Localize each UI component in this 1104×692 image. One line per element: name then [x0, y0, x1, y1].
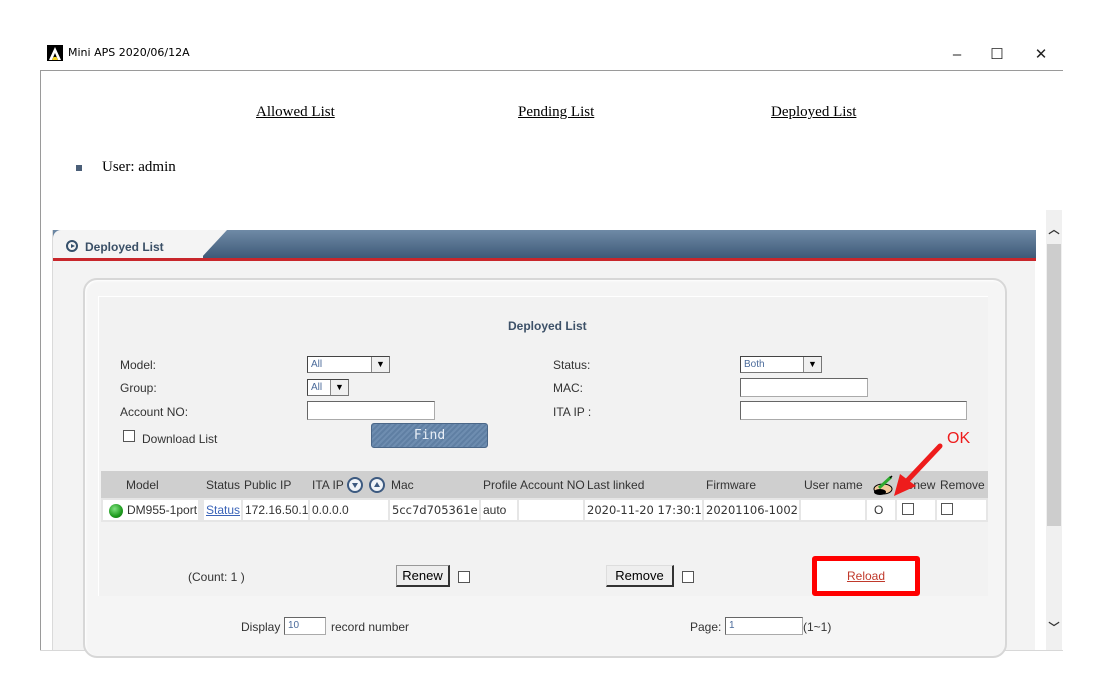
col-mac: Mac: [391, 478, 414, 492]
col-model: Model: [126, 478, 159, 492]
display-label: Display: [241, 620, 281, 634]
remove-button[interactable]: Remove: [606, 565, 674, 587]
cell-ita-ip: 0.0.0.0: [310, 500, 388, 520]
model-value: DM955-1port: [127, 503, 198, 517]
cell-user-name: [801, 500, 865, 520]
user-label: User: admin: [102, 159, 176, 175]
panel-tab-label: Deployed List: [85, 240, 164, 254]
status-select[interactable]: Both ▼: [740, 356, 822, 373]
title-bar: Mini APS 2020/06/12A – ☐ ✕: [40, 40, 1064, 70]
cell-edit[interactable]: O: [867, 500, 895, 520]
chevron-down-icon: ▼: [371, 357, 389, 372]
row-renew-checkbox[interactable]: [902, 503, 914, 515]
panel-tab-slant: [201, 230, 227, 258]
renew-all-checkbox[interactable]: [458, 571, 470, 583]
record-count: (Count: 1 ): [188, 570, 245, 584]
app-logo-icon: [47, 45, 63, 61]
ok-annotation: OK: [947, 430, 971, 447]
ita-ip-input[interactable]: [740, 401, 967, 420]
scroll-down-icon[interactable]: ﹀: [1046, 618, 1062, 636]
minimize-button[interactable]: –: [942, 42, 972, 66]
ita-ip-label: ITA IP :: [553, 405, 592, 419]
col-public-ip: Public IP: [244, 478, 292, 492]
chevron-down-icon: ▼: [330, 380, 348, 395]
record-number-label: record number: [331, 620, 410, 634]
window-title: Mini APS 2020/06/12A: [68, 46, 190, 59]
remove-all-checkbox[interactable]: [682, 571, 694, 583]
annotation-arrow-icon: [894, 443, 943, 496]
play-circle-icon: [66, 240, 78, 252]
col-profile: Profile: [483, 478, 518, 492]
display-count-input[interactable]: 10: [284, 617, 326, 635]
download-list-checkbox[interactable]: [123, 430, 135, 442]
cell-remove: [937, 500, 986, 520]
online-status-icon: [109, 504, 123, 518]
download-list-label: Download List: [142, 432, 218, 446]
renew-button[interactable]: Renew: [396, 565, 450, 587]
cell-status: Status: [204, 500, 241, 520]
account-no-label: Account NO:: [120, 405, 189, 419]
model-select-value: All: [311, 359, 323, 370]
sort-ascending-icon[interactable]: [369, 477, 385, 493]
col-account-no: Account NO: [520, 478, 585, 492]
col-ita-ip: ITA IP: [312, 478, 344, 492]
window-left-border: [40, 70, 41, 650]
col-user-name: User name: [804, 478, 863, 492]
mac-label: MAC:: [553, 381, 583, 395]
col-last-linked: Last linked: [587, 478, 645, 492]
model-select[interactable]: All ▼: [307, 356, 390, 373]
account-no-input[interactable]: [307, 401, 435, 420]
row-remove-checkbox[interactable]: [941, 503, 953, 515]
table-row: DM955-1port Status 172.16.50.1 0.0.0.0 5…: [101, 498, 988, 522]
scroll-thumb[interactable]: [1047, 244, 1061, 526]
col-firmware: Firmware: [706, 478, 756, 492]
reload-highlight: Reload: [812, 556, 920, 596]
form-title: Deployed List: [508, 319, 587, 333]
cell-account-no: [519, 500, 583, 520]
mac-input[interactable]: [740, 378, 868, 397]
search-form: Deployed List Model: All ▼ Group: All ▼ …: [98, 296, 988, 596]
panel-accent-line: [53, 258, 1036, 261]
group-label: Group:: [120, 381, 157, 395]
close-button[interactable]: ✕: [1026, 42, 1056, 66]
nav-link-pending-list[interactable]: Pending List: [518, 104, 594, 121]
maximize-button[interactable]: ☐: [982, 42, 1012, 66]
status-select-value: Both: [744, 359, 765, 370]
group-select[interactable]: All ▼: [307, 379, 349, 396]
panel-tab: Deployed List: [53, 230, 203, 258]
cell-model: DM955-1port: [103, 500, 198, 520]
vertical-scrollbar[interactable]: ︿ ﹀: [1046, 210, 1062, 650]
find-button[interactable]: Find: [371, 423, 488, 448]
chevron-down-icon: ▼: [803, 357, 821, 372]
model-label: Model:: [120, 358, 157, 372]
table-header: Model Status Public IP ITA IP Mac Profil…: [101, 471, 988, 498]
status-link[interactable]: Status: [206, 503, 240, 517]
cell-renew: [897, 500, 935, 520]
cell-mac: 5cc7d705361e: [390, 500, 479, 520]
group-select-value: All: [311, 382, 323, 393]
nav-link-allowed-list[interactable]: Allowed List: [256, 104, 335, 121]
titlebar-divider: [40, 70, 1063, 71]
status-label: Status:: [553, 358, 591, 372]
nav-link-deployed-list[interactable]: Deployed List: [771, 104, 856, 121]
scroll-up-icon[interactable]: ︿: [1046, 220, 1062, 238]
page-range: (1~1): [803, 620, 832, 634]
reload-link[interactable]: Reload: [847, 569, 885, 583]
cell-firmware: 20201106-1002: [704, 500, 799, 520]
page-input[interactable]: 1: [725, 617, 803, 635]
page-label: Page:: [690, 620, 722, 634]
cell-public-ip: 172.16.50.1: [243, 500, 308, 520]
col-status: Status: [206, 478, 241, 492]
sort-descending-icon[interactable]: [347, 477, 363, 493]
cell-profile: auto: [481, 500, 517, 520]
cell-last-linked: 2020-11-20 17:30:10: [585, 500, 702, 520]
bullet-icon: [76, 165, 82, 171]
